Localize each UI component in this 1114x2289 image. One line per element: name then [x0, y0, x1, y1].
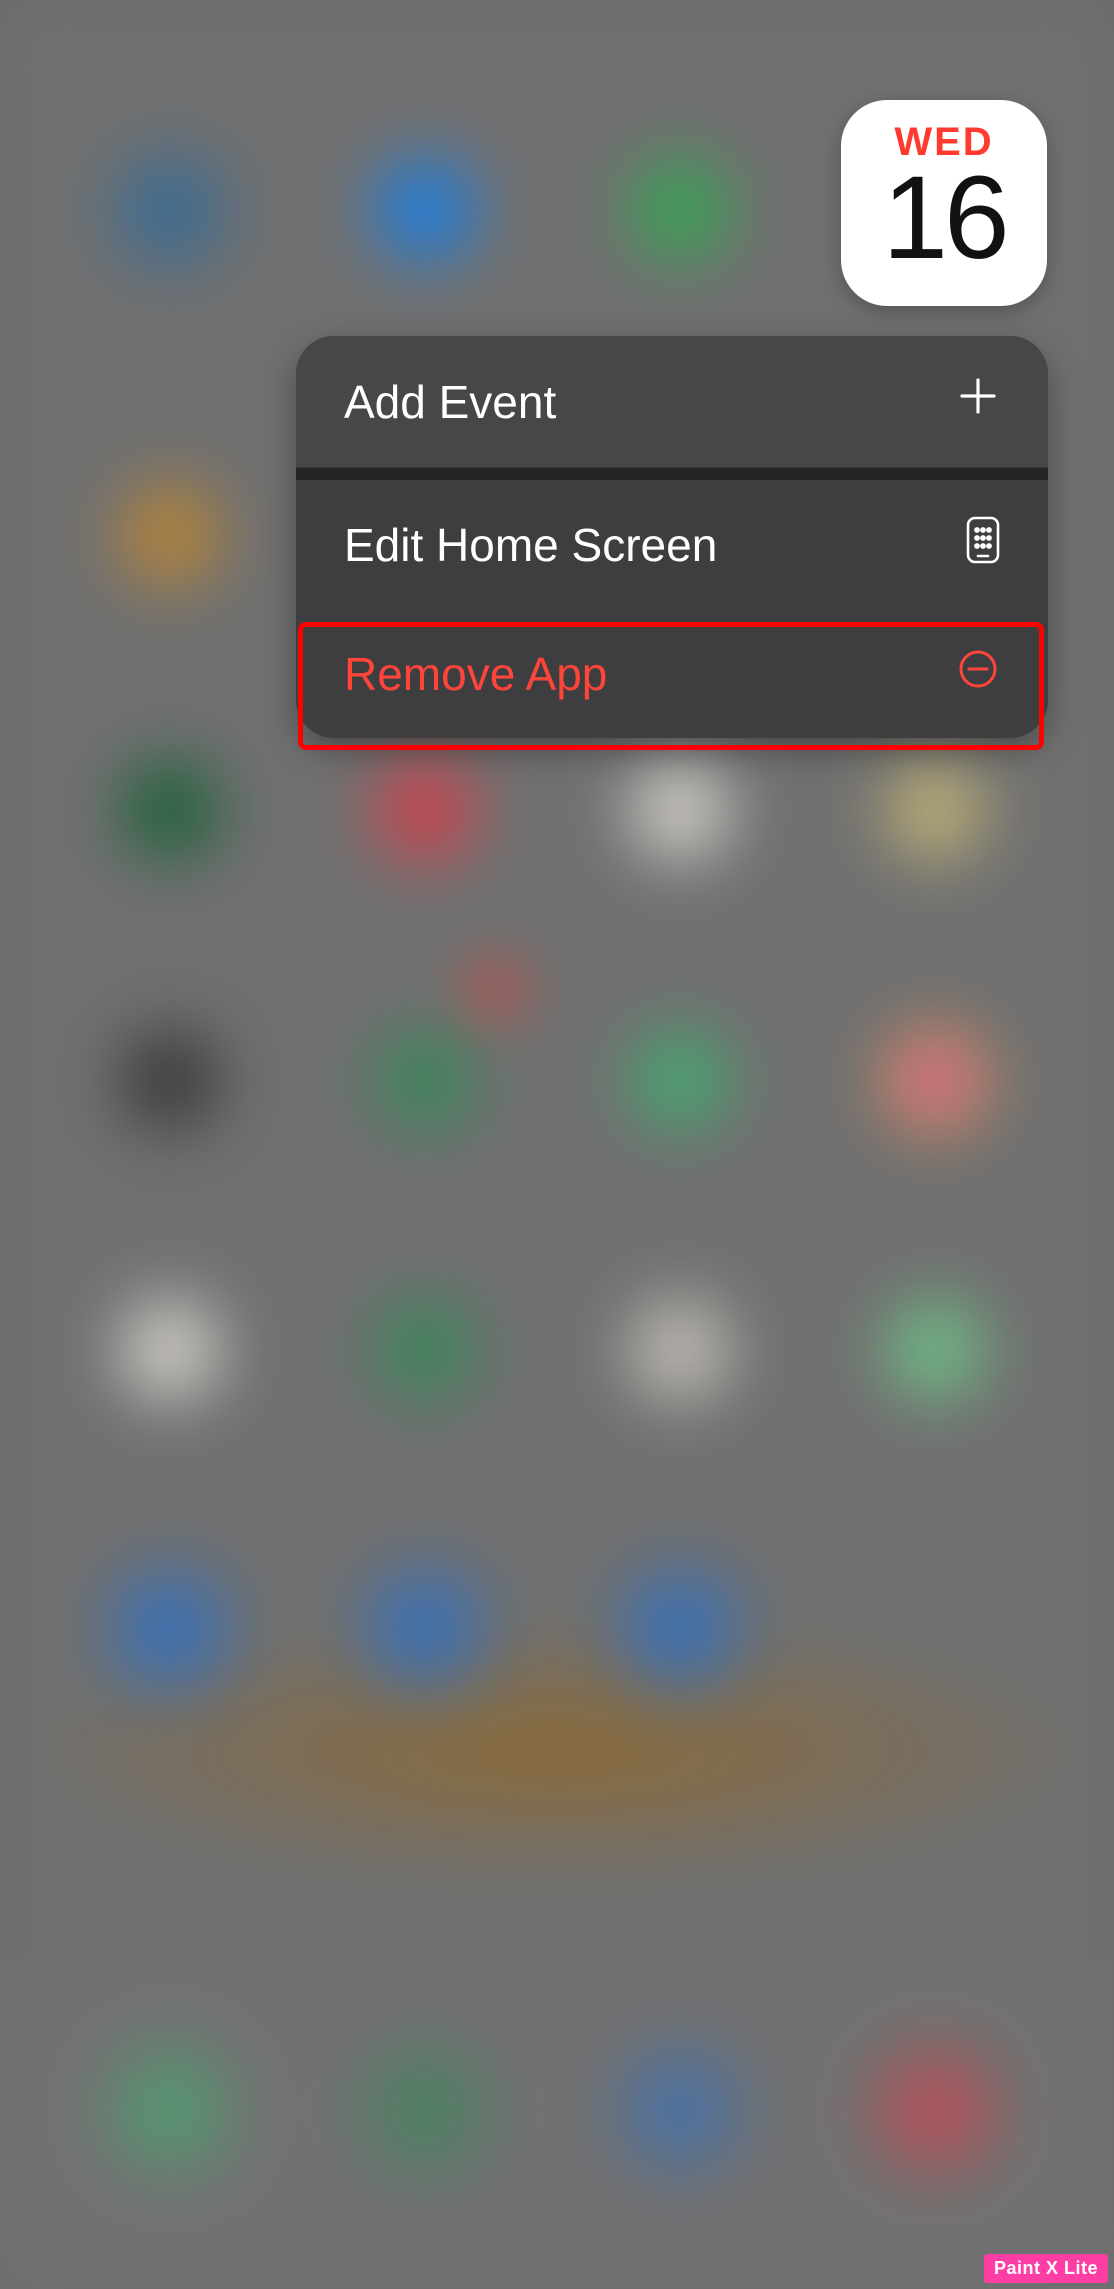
remove-minus-circle-icon: [956, 647, 1000, 702]
add-event-menu-item[interactable]: Add Event: [296, 336, 1048, 468]
watermark-badge: Paint X Lite: [984, 2254, 1108, 2283]
edit-home-screen-label: Edit Home Screen: [344, 518, 717, 572]
plus-icon: [956, 374, 1000, 429]
phone-grid-icon: [966, 516, 1000, 575]
context-menu: Add Event Edit Home Screen: [296, 336, 1048, 738]
watermark-text: Paint X Lite: [994, 2258, 1098, 2278]
dock-background: [0, 1959, 1114, 2289]
calendar-day-number: 16: [882, 159, 1005, 277]
remove-app-menu-item[interactable]: Remove App: [296, 610, 1048, 738]
edit-home-screen-menu-item[interactable]: Edit Home Screen: [296, 480, 1048, 610]
add-event-label: Add Event: [344, 375, 556, 429]
menu-separator: [296, 468, 1048, 480]
remove-app-label: Remove App: [344, 647, 607, 701]
calendar-app-icon[interactable]: WED 16: [841, 100, 1047, 306]
